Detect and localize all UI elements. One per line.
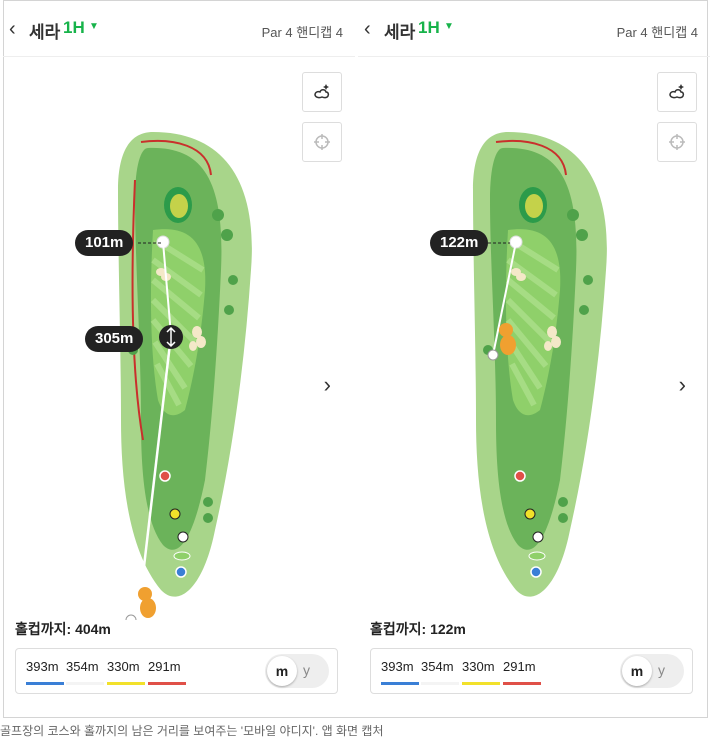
- chevron-right-icon[interactable]: ›: [324, 372, 331, 398]
- distance-to-hole-label: 홀컵까지:: [15, 621, 72, 637]
- distance-to-hole-label: 홀컵까지:: [370, 621, 427, 637]
- tee-distance-red: 291m: [148, 659, 181, 674]
- hole-map[interactable]: [3, 120, 355, 620]
- unit-meters[interactable]: m: [622, 656, 652, 686]
- chevron-right-icon[interactable]: ›: [679, 372, 686, 398]
- distance-to-hole-value: 122m: [430, 621, 466, 637]
- tee-bar-yellow: [462, 682, 500, 685]
- caret-down-icon[interactable]: ▼: [444, 21, 454, 32]
- tee-distance-white: 354m: [421, 659, 454, 674]
- header: ‹ 세라 1H ▼ Par 4 핸디캡 4: [3, 0, 355, 57]
- caret-down-icon[interactable]: ▼: [89, 21, 99, 32]
- tee-bar-blue: [26, 682, 64, 685]
- hole-panel-right: ‹ 세라 1H ▼ Par 4 핸디캡 4 122m › 홀컵까지: 122m …: [358, 0, 710, 718]
- tee-distance-box: 393m 354m 330m 291m m y: [15, 648, 338, 694]
- tee-distance-red: 291m: [503, 659, 536, 674]
- tee-distance-yellow: 330m: [462, 659, 495, 674]
- flyover-icon: [669, 84, 685, 99]
- tee-bar-blue: [381, 682, 419, 685]
- unit-yards[interactable]: y: [303, 662, 310, 678]
- flyover-button[interactable]: [302, 72, 342, 112]
- tee-distance-yellow: 330m: [107, 659, 140, 674]
- tee-bar-white: [66, 682, 104, 685]
- hole-panel-left: ‹ 세라 1H ▼ Par 4 핸디캡 4 101m 305m › 홀컵까지: …: [3, 0, 355, 718]
- tee-bar-white: [421, 682, 459, 685]
- distance-to-hole-value: 404m: [75, 621, 111, 637]
- distance-to-hole: 홀컵까지: 122m: [370, 619, 466, 639]
- tee-distance-blue: 393m: [381, 659, 414, 674]
- par-handicap-info: Par 4 핸디캡 4: [616, 25, 698, 40]
- distance-tag-target: 305m: [85, 326, 144, 352]
- hole-selector[interactable]: 1H: [63, 18, 85, 38]
- hole-map[interactable]: [358, 120, 710, 620]
- flyover-icon: [314, 84, 330, 99]
- tee-bar-red: [503, 682, 541, 685]
- image-caption: 골프장의 코스와 홀까지의 남은 거리를 보여주는 '모바일 야디지'. 앱 화…: [0, 724, 384, 738]
- course-name: 세라: [29, 23, 61, 42]
- tee-distance-box: 393m 354m 330m 291m m y: [370, 648, 693, 694]
- distance-tag-pin: 122m: [430, 230, 489, 256]
- back-chevron-icon[interactable]: ‹: [9, 18, 16, 41]
- back-chevron-icon[interactable]: ‹: [364, 18, 371, 41]
- distance-tag-pin: 101m: [75, 230, 134, 256]
- unit-meters[interactable]: m: [267, 656, 297, 686]
- unit-toggle[interactable]: m y: [265, 654, 329, 688]
- tee-bar-red: [148, 682, 186, 685]
- unit-yards[interactable]: y: [658, 662, 665, 678]
- tee-distance-white: 354m: [66, 659, 99, 674]
- unit-toggle[interactable]: m y: [620, 654, 684, 688]
- header: ‹ 세라 1H ▼ Par 4 핸디캡 4: [358, 0, 710, 57]
- hole-selector[interactable]: 1H: [418, 18, 440, 38]
- course-name: 세라: [384, 23, 416, 42]
- tee-bar-yellow: [107, 682, 145, 685]
- distance-to-hole: 홀컵까지: 404m: [15, 619, 111, 639]
- par-handicap-info: Par 4 핸디캡 4: [261, 25, 343, 40]
- flyover-button[interactable]: [657, 72, 697, 112]
- tee-distance-blue: 393m: [26, 659, 59, 674]
